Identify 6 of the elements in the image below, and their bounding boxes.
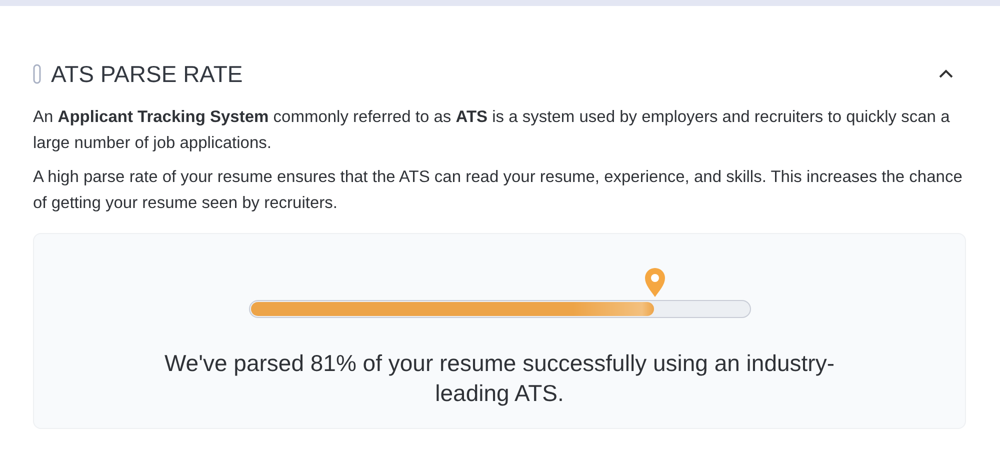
description-text: A high parse rate of your resume ensures that the ATS can read your resume, experience, and skills. This increases the chance of getting your resume seen by recruiters.	[33, 167, 964, 214]
pill-icon	[33, 64, 41, 84]
chevron-icon[interactable]	[938, 69, 954, 79]
section-title: ATS PARSE RATE	[51, 60, 244, 88]
parse-result-text: We've parsed 81% of your resume successfully using an industry-leading ATS.	[164, 349, 836, 408]
description-text: An Applicant Tracking System commonly referred to as ATS is a system used by employers and recruiters to quickly scan a large number of job applications.	[33, 107, 951, 154]
